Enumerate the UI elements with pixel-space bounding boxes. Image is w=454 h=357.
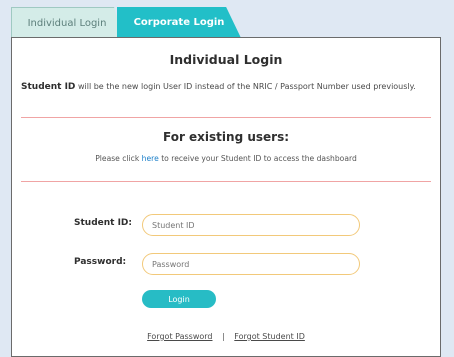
existing-users-heading: For existing users:: [162, 130, 290, 144]
page-title: Individual Login: [169, 52, 283, 67]
here-link[interactable]: here: [142, 154, 159, 163]
login-card: Individual Login Student ID will be the …: [11, 37, 441, 357]
student-id-label: Student ID:: [74, 218, 132, 228]
notice-text: will be the new login User ID instead of…: [77, 82, 416, 91]
link-separator: |: [222, 332, 225, 341]
password-input[interactable]: [142, 253, 360, 275]
student-id-input[interactable]: [142, 214, 360, 236]
existing-post-text: to receive your Student ID to access the…: [161, 154, 357, 163]
existing-users-text: Please click here to receive your Studen…: [12, 154, 440, 163]
existing-pre-text: Please click: [95, 154, 140, 163]
login-button[interactable]: Login: [142, 290, 216, 308]
student-id-notice: Student ID will be the new login User ID…: [21, 81, 429, 93]
divider-top: [21, 117, 431, 118]
login-tabs: Individual Login Corporate Login: [11, 7, 251, 39]
forgot-password-link[interactable]: Forgot Password: [147, 332, 212, 341]
forgot-student-id-link[interactable]: Forgot Student ID: [234, 332, 305, 341]
tab-individual-login[interactable]: Individual Login: [11, 7, 123, 39]
password-label: Password:: [74, 257, 127, 267]
divider-bottom: [21, 181, 431, 182]
tab-corporate-login[interactable]: Corporate Login: [117, 7, 241, 38]
forgot-links: Forgot Password | Forgot Student ID: [12, 332, 440, 341]
notice-bold: Student ID: [21, 82, 76, 92]
